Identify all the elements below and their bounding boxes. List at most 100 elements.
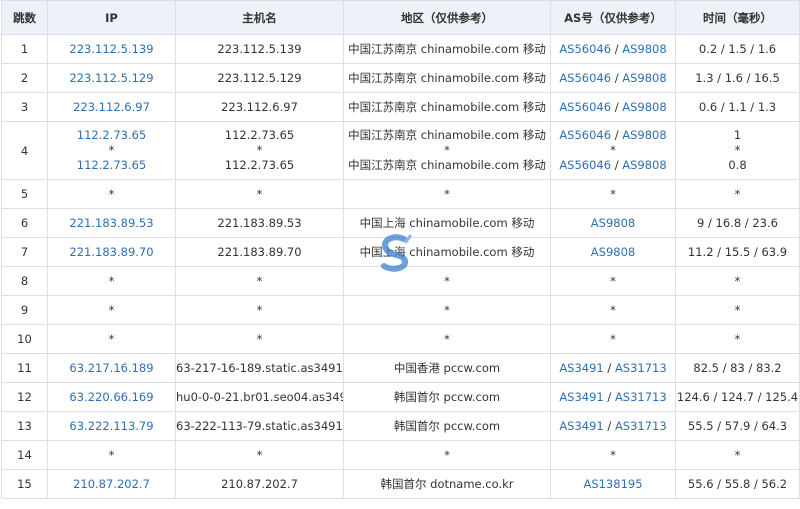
time-cell: 82.5 / 83 / 83.2 (675, 353, 800, 383)
time-text: 82.5 / 83 / 83.2 (693, 361, 782, 375)
asn-line: AS56046 / AS9808 (559, 100, 666, 114)
hostname-text: * (256, 143, 263, 157)
table-row: 2 223.112.5.129 223.112.5.129 中国江苏南京 chinam… (1, 63, 800, 93)
time-text: 1.3 / 1.6 / 16.5 (695, 71, 780, 85)
asn-cell: * (550, 179, 676, 209)
asn-link[interactable]: AS56046 (559, 100, 611, 114)
region-text: * (444, 332, 450, 346)
ip-text: * (108, 143, 115, 157)
asn-text: * (610, 274, 616, 288)
asn-link[interactable]: AS9808 (622, 100, 666, 114)
ip-link[interactable]: 112.2.73.65 (49, 128, 175, 143)
asn-cell: AS9808 (550, 208, 676, 238)
ip-link[interactable]: 223.112.5.139 (69, 42, 153, 56)
hostname-cell: 63-222-113-79.static.as3491.net (175, 411, 344, 441)
asn-text: * (610, 143, 616, 157)
col-header-time: 时间（毫秒） (675, 0, 800, 35)
time-text: 55.6 / 55.8 / 56.2 (687, 477, 788, 491)
time-text: 11.2 / 15.5 / 63.9 (687, 245, 788, 259)
hostname-cell: * (175, 324, 344, 354)
ip-cell: * (47, 324, 176, 354)
time-cell: * (675, 324, 800, 354)
ip-cell: * (47, 266, 176, 296)
asn-link[interactable]: AS56046 (559, 42, 611, 56)
asn-cell: * (550, 324, 676, 354)
asn-link[interactable]: AS9808 (622, 42, 666, 56)
asn-link[interactable]: AS3491 (559, 419, 603, 433)
time-cell: * (675, 179, 800, 209)
hop-number: 15 (1, 469, 48, 499)
hostname-text: 63-217-16-189.static.as3491.net (176, 361, 343, 375)
asn-separator: / (603, 361, 615, 375)
table-row: 12 63.220.66.169 hu0-0-0-21.br01.seo04.as3… (1, 382, 800, 412)
region-cell: * (343, 324, 551, 354)
hostname-cell: 223.112.5.129 (175, 63, 344, 93)
ip-link[interactable]: 210.87.202.7 (73, 477, 150, 491)
time-text: 0.8 (728, 158, 747, 172)
region-cell: 中国江苏南京 chinamobile.com 移动 (343, 63, 551, 93)
ip-link[interactable]: 223.112.6.97 (73, 100, 150, 114)
region-cell: 中国香港 pccw.com (343, 353, 551, 383)
time-cell: 55.6 / 55.8 / 56.2 (675, 469, 800, 499)
ip-link[interactable]: 63.222.113.79 (69, 419, 153, 433)
ip-cell: 210.87.202.7 (47, 469, 176, 499)
hostname-text: * (256, 448, 263, 462)
hostname-cell: 112.2.73.65 * 112.2.73.65 (175, 121, 344, 180)
hostname-text: 221.183.89.53 (217, 216, 302, 230)
hostname-cell: * (175, 179, 344, 209)
asn-link[interactable]: AS9808 (591, 216, 635, 230)
table-header-row: 跳数 IP 主机名 地区（仅供参考） AS号（仅供参考） 时间（毫秒） (1, 0, 800, 35)
asn-link[interactable]: AS3491 (559, 390, 603, 404)
asn-link[interactable]: AS56046 (559, 158, 611, 172)
ip-cell: 221.183.89.53 (47, 208, 176, 238)
asn-line: AS9808 (591, 216, 635, 230)
region-text: * (444, 187, 450, 201)
asn-link[interactable]: AS9808 (622, 71, 666, 85)
asn-link[interactable]: AS9808 (622, 158, 666, 172)
ip-link[interactable]: 112.2.73.65 (49, 158, 175, 173)
asn-link[interactable]: AS56046 (559, 128, 611, 142)
hostname-cell: 63-217-16-189.static.as3491.net (175, 353, 344, 383)
hop-number: 7 (1, 237, 48, 267)
time-cell: 1 * 0.8 (675, 121, 800, 180)
asn-link[interactable]: AS31713 (615, 390, 667, 404)
region-text: 中国上海 chinamobile.com 移动 (359, 216, 535, 230)
ip-link[interactable]: 63.220.66.169 (69, 390, 153, 404)
asn-link[interactable]: AS31713 (615, 419, 667, 433)
region-cell: * (343, 295, 551, 325)
ip-link[interactable]: 223.112.5.129 (69, 71, 153, 85)
hostname-cell: 223.112.5.139 (175, 34, 344, 64)
ip-link[interactable]: 221.183.89.70 (69, 245, 153, 259)
hostname-text: * (256, 274, 263, 288)
ip-link[interactable]: 221.183.89.53 (69, 216, 153, 230)
asn-link[interactable]: AS31713 (615, 361, 667, 375)
asn-text: * (610, 448, 616, 462)
region-cell: 中国江苏南京 chinamobile.com 移动 (343, 92, 551, 122)
hostname-text: 63-222-113-79.static.as3491.net (176, 419, 343, 433)
col-header-asn: AS号（仅供参考） (550, 0, 676, 35)
hop-number: 4 (1, 121, 48, 180)
hop-number: 9 (1, 295, 48, 325)
time-cell: 11.2 / 15.5 / 63.9 (675, 237, 800, 267)
region-cell: 韩国首尔 pccw.com (343, 411, 551, 441)
asn-separator: / (611, 128, 623, 142)
ip-cell: 223.112.6.97 (47, 92, 176, 122)
hostname-text: 112.2.73.65 (224, 128, 295, 142)
asn-link[interactable]: AS56046 (559, 71, 611, 85)
time-cell: 0.6 / 1.1 / 1.3 (675, 92, 800, 122)
asn-link[interactable]: AS9808 (591, 245, 635, 259)
ip-link[interactable]: 63.217.16.189 (69, 361, 153, 375)
hop-number: 2 (1, 63, 48, 93)
hostname-cell: 210.87.202.7 (175, 469, 344, 499)
asn-line: * (610, 332, 616, 346)
table-row: 3 223.112.6.97 223.112.6.97 中国江苏南京 chinamob… (1, 92, 800, 122)
hostname-text: hu0-0-0-21.br01.seo04.as3491.net (176, 390, 343, 404)
region-cell: * (343, 179, 551, 209)
time-text: * (734, 143, 741, 157)
asn-link[interactable]: AS3491 (559, 361, 603, 375)
asn-link[interactable]: AS9808 (622, 128, 666, 142)
region-cell: 中国江苏南京 chinamobile.com 移动 * 中国江苏南京 chinamo… (343, 121, 551, 180)
table-row: 1 223.112.5.139 223.112.5.139 中国江苏南京 chinam… (1, 34, 800, 64)
asn-cell: * (550, 266, 676, 296)
asn-link[interactable]: AS138195 (583, 477, 642, 491)
